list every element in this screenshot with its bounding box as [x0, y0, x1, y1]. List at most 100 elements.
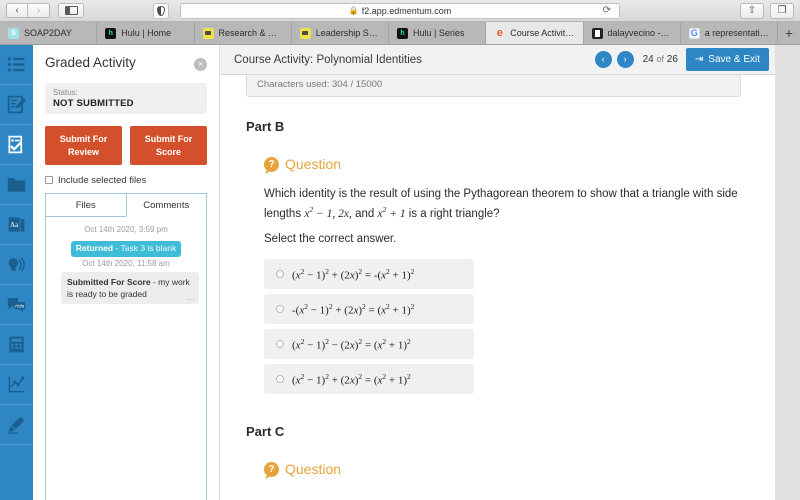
graded-activity-icon [8, 135, 23, 154]
comment-item: Returned - Task 3 is blank [53, 238, 199, 257]
answer-option-text: (x2 − 1)2 − (2x)2 = (x2 + 1)2 [292, 337, 411, 352]
plus-icon: + [784, 25, 794, 41]
rail-item-graded-activity[interactable] [0, 125, 33, 165]
comment-author: Returned [75, 242, 114, 253]
question-label: Question [285, 156, 342, 172]
notebook-list-icon [7, 57, 25, 72]
share-icon: ⇧ [747, 5, 757, 16]
document-favicon [299, 27, 311, 39]
select-answer-prompt: Select the correct answer. [264, 233, 397, 246]
notes-edit-icon [7, 95, 26, 114]
browser-tab-label: a representatio... [704, 28, 769, 38]
tab-files[interactable]: Files [45, 192, 126, 217]
radio-button[interactable] [276, 270, 284, 279]
comments-list: Oct 14th 2020, 3:59 pm Returned - Task 3… [45, 216, 207, 500]
answer-option-text: (x2 − 1)2 + (2x)2 = (x2 + 1)2 [292, 372, 411, 387]
comment-returned-pill: Returned - Task 3 is blank [70, 240, 182, 257]
answer-option-c[interactable]: (x2 − 1)2 − (2x)2 = (x2 + 1)2 [264, 329, 474, 360]
dictionary-icon: Aa [8, 217, 25, 232]
radio-button[interactable] [276, 340, 284, 349]
submit-for-review-button[interactable]: Submit For Review [45, 126, 122, 165]
question-text: Which identity is the result of using th… [264, 186, 749, 223]
rail-item-dictionary[interactable]: Aa [0, 205, 33, 245]
files-comments-tabs: Files Comments [45, 192, 207, 217]
tab-comments[interactable]: Comments [125, 192, 207, 217]
address-bar[interactable]: 🔒 f2.app.edmentum.com ⟳ [180, 2, 620, 19]
rail-item-calculator[interactable] [0, 325, 33, 365]
edmentum-favicon: e [496, 27, 503, 39]
browser-tab-label: dalayvecino - b... [607, 28, 672, 38]
browser-tab-1[interactable]: h Hulu | Home [97, 22, 195, 44]
back-icon: ‹ [15, 5, 19, 16]
status-box: Status: NOT SUBMITTED [45, 83, 207, 115]
new-tab-button[interactable]: + [778, 22, 800, 44]
answer-option-b[interactable]: -(x2 − 1)2 + (2x)2 = (x2 + 1)2 [264, 294, 474, 325]
answer-option-text: -(x2 − 1)2 + (2x)2 = (x2 + 1)2 [292, 302, 415, 317]
soap2day-favicon: S [8, 27, 19, 39]
browser-tab-7[interactable]: G a representatio... [680, 22, 778, 44]
browser-tab-label: SOAP2DAY [24, 28, 72, 38]
include-files-row[interactable]: Include selected files [45, 175, 207, 186]
comment-overflow-icon[interactable]: ... [187, 292, 195, 304]
next-page-button[interactable]: › [616, 51, 634, 68]
rail-item-translate[interactable]: Hola [0, 285, 33, 325]
svg-text:Hola: Hola [15, 304, 25, 309]
browser-tab-label: Leadership Styl... [315, 28, 380, 38]
include-files-checkbox[interactable] [45, 176, 53, 185]
sidebar-toggle-button[interactable] [58, 3, 84, 18]
browser-tab-4[interactable]: h Hulu | Series [389, 22, 487, 44]
reload-icon[interactable]: ⟳ [603, 5, 611, 16]
back-button[interactable]: ‹ [6, 3, 28, 18]
browser-tab-3[interactable]: Leadership Styl... [291, 22, 389, 44]
include-files-label: Include selected files [58, 174, 147, 186]
answer-option-d[interactable]: (x2 − 1)2 + (2x)2 = (x2 + 1)2 [264, 364, 474, 395]
submit-button-row: Submit For Review Submit For Score [45, 126, 207, 165]
shield-icon [157, 5, 165, 16]
question-label: Question [285, 461, 342, 478]
status-label: Status: [53, 88, 78, 97]
prev-page-button[interactable]: ‹ [594, 51, 612, 68]
page-current: 24 [642, 54, 654, 65]
lock-icon: 🔒 [348, 6, 359, 15]
radio-button[interactable] [276, 305, 284, 314]
privacy-report-button[interactable] [153, 2, 169, 19]
page-scrollbar-gutter[interactable] [775, 45, 800, 500]
page-of-label: of [656, 54, 664, 64]
close-icon[interactable]: × [194, 58, 207, 71]
browser-tab-label: Hulu | Home [121, 28, 172, 38]
rail-item-graphing[interactable] [0, 365, 33, 405]
comment-item: Submitted For Score - my work is ready t… [61, 271, 199, 305]
browser-tab-5-active[interactable]: e Course Activity... [486, 22, 584, 44]
forward-button[interactable]: › [28, 3, 50, 18]
nav-button-group: ‹ › [6, 3, 50, 18]
page-body: Aa Hola Graded Activity × Status: NOT SU… [0, 45, 800, 500]
browser-tab-6[interactable]: dalayvecino - b... [583, 22, 681, 44]
browser-tab-label: Research & So... [218, 28, 283, 38]
share-button[interactable]: ⇧ [740, 2, 764, 19]
browser-tab-0[interactable]: S SOAP2DAY [0, 22, 98, 44]
answer-option-a[interactable]: (x2 − 1)2 + (2x)2 = -(x2 + 1)2 [264, 259, 474, 290]
tab-overview-button[interactable]: ❐ [770, 2, 794, 19]
save-and-exit-button[interactable]: ⇥ Save & Exit [685, 48, 769, 71]
rail-item-highlighter[interactable] [0, 405, 33, 445]
browser-tab-2[interactable]: Research & So... [194, 22, 292, 44]
sidebar-toggle-icon [64, 6, 78, 15]
rail-item-notes-edit[interactable] [0, 85, 33, 125]
google-favicon: G [688, 27, 700, 39]
activity-header: Course Activity: Polynomial Identities ‹… [220, 45, 775, 75]
panel-title: Graded Activity [45, 55, 136, 70]
character-count-box: Characters used: 304 / 15000 [246, 75, 741, 97]
hulu-favicon: h [397, 27, 408, 39]
character-count-text: Characters used: 304 / 15000 [257, 79, 383, 90]
radio-button[interactable] [276, 375, 284, 384]
rail-item-notebook-list[interactable] [0, 45, 33, 85]
rail-item-text-to-speech[interactable] [0, 245, 33, 285]
submit-for-score-button[interactable]: Submit For Score [130, 126, 207, 165]
question-text-part3: is a right triangle? [405, 207, 500, 220]
question-mark-icon: ? [264, 156, 279, 174]
question-header-c: ? Question [264, 461, 749, 480]
highlighter-icon [8, 416, 25, 434]
toolbar-right-icons: ⇧ ❐ [740, 2, 794, 19]
rail-item-folder[interactable] [0, 165, 33, 205]
browser-toolbar: ‹ › 🔒 f2.app.edmentum.com ⟳ ⇧ ❐ [0, 0, 800, 22]
